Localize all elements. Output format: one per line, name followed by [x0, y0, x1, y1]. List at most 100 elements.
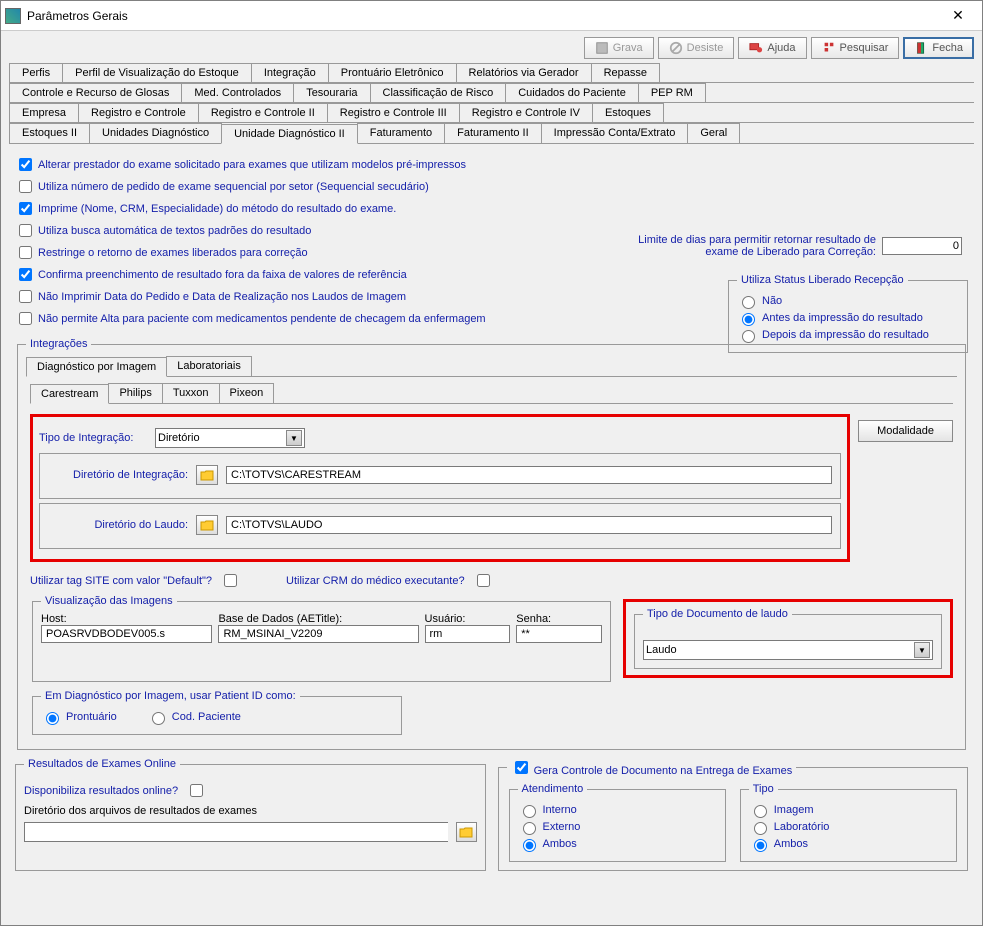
chk-disponibiliza[interactable]: [190, 784, 203, 797]
lbl-c5: Restringe o retorno de exames liberados …: [38, 247, 308, 259]
chk-confirma-preench[interactable]: [19, 268, 32, 281]
integracoes-legend: Integrações: [26, 338, 91, 350]
chk-pedido-sequencial[interactable]: [19, 180, 32, 193]
radio-ambos-tipo[interactable]: [754, 839, 767, 852]
resultados-legend: Resultados de Exames Online: [24, 758, 180, 770]
disp-label: Disponibiliza resultados online?: [24, 785, 178, 797]
lbl-c4: Utiliza busca automática de textos padrõ…: [38, 225, 311, 237]
tab-perfil-viz-estoque[interactable]: Perfil de Visualização do Estoque: [62, 63, 252, 82]
tipo-integ-select[interactable]: Diretório ▼: [155, 428, 305, 448]
patientid-legend: Em Diagnóstico por Imagem, usar Patient …: [41, 690, 300, 702]
tab-estoques2[interactable]: Estoques II: [9, 123, 90, 143]
close-button[interactable]: ✕: [938, 7, 978, 24]
chk-tag-site[interactable]: [224, 574, 237, 587]
chk-restringe-retorno[interactable]: [19, 246, 32, 259]
radio-nao[interactable]: [742, 296, 755, 309]
chk-busca-auto[interactable]: [19, 224, 32, 237]
tab-pep-rm[interactable]: PEP RM: [638, 83, 706, 102]
door-icon: [914, 41, 928, 55]
status-legend: Utiliza Status Liberado Recepção: [737, 274, 908, 286]
chk-nao-permite-alta[interactable]: [19, 312, 32, 325]
tab-carestream[interactable]: Carestream: [30, 384, 109, 404]
dir-result-browse[interactable]: [456, 822, 477, 842]
tipodoc-legend: Tipo de Documento de laudo: [643, 608, 792, 620]
tipo-integ-label: Tipo de Integração:: [39, 432, 147, 444]
user-label: Usuário:: [425, 613, 511, 625]
atend-legend: Atendimento: [518, 783, 588, 795]
chk-gera-controle[interactable]: [515, 761, 528, 774]
tab-estoques[interactable]: Estoques: [592, 103, 664, 122]
chevron-down-icon: ▼: [914, 642, 930, 658]
crm-label: Utilizar CRM do médico executante?: [286, 575, 465, 587]
base-label: Base de Dados (AETitle):: [218, 613, 418, 625]
tab-reg-controle4[interactable]: Registro e Controle IV: [459, 103, 593, 122]
viz-legend: Visualização das Imagens: [41, 595, 177, 607]
chk-nao-imprimir-data[interactable]: [19, 290, 32, 303]
tab-diag-imagem[interactable]: Diagnóstico por Imagem: [26, 357, 167, 377]
grava-button[interactable]: Grava: [584, 37, 654, 59]
radio-externo[interactable]: [523, 822, 536, 835]
tab-philips[interactable]: Philips: [108, 383, 162, 403]
tab-med-controlados[interactable]: Med. Controlados: [181, 83, 294, 102]
tab-repasse[interactable]: Repasse: [591, 63, 660, 82]
tag-site-label: Utilizar tag SITE com valor "Default"?: [30, 575, 212, 587]
desiste-button[interactable]: Desiste: [658, 37, 735, 59]
tab-reg-controle[interactable]: Registro e Controle: [78, 103, 199, 122]
tab-geral[interactable]: Geral: [687, 123, 740, 143]
search-icon: [822, 41, 836, 55]
tab-faturamento2[interactable]: Faturamento II: [444, 123, 542, 143]
tab-tesouraria[interactable]: Tesouraria: [293, 83, 370, 102]
chk-imprime-metodo[interactable]: [19, 202, 32, 215]
tab-cuidados[interactable]: Cuidados do Paciente: [505, 83, 639, 102]
dir-integ-input[interactable]: [226, 466, 832, 484]
modalidade-button[interactable]: Modalidade: [858, 420, 953, 442]
ajuda-button[interactable]: Ajuda: [738, 37, 806, 59]
lbl-c1: Alterar prestador do exame solicitado pa…: [38, 159, 466, 171]
lbl-c8: Não permite Alta para paciente com medic…: [38, 313, 486, 325]
help-icon: [749, 41, 763, 55]
radio-laboratorio[interactable]: [754, 822, 767, 835]
host-input[interactable]: [41, 625, 212, 643]
tab-unidades-diag[interactable]: Unidades Diagnóstico: [89, 123, 222, 143]
tab-integracao[interactable]: Integração: [251, 63, 329, 82]
tab-glosas[interactable]: Controle e Recurso de Glosas: [9, 83, 182, 102]
dir-integ-browse[interactable]: [196, 465, 218, 485]
cancel-icon: [669, 41, 683, 55]
base-input[interactable]: [218, 625, 418, 643]
radio-ambos-atend[interactable]: [523, 839, 536, 852]
tab-prontuario[interactable]: Prontuário Eletrônico: [328, 63, 457, 82]
tab-pixeon[interactable]: Pixeon: [219, 383, 275, 403]
radio-depois[interactable]: [742, 330, 755, 343]
dir-result-input[interactable]: [24, 822, 448, 842]
tab-perfis[interactable]: Perfis: [9, 63, 63, 82]
dir-laudo-browse[interactable]: [196, 515, 218, 535]
chk-alterar-prestador[interactable]: [19, 158, 32, 171]
tab-unidade-diag2[interactable]: Unidade Diagnóstico II: [221, 124, 358, 144]
radio-antes[interactable]: [742, 313, 755, 326]
pesquisar-button[interactable]: Pesquisar: [811, 37, 900, 59]
dir-laudo-input[interactable]: [226, 516, 832, 534]
limit-input[interactable]: [882, 237, 962, 255]
radio-interno[interactable]: [523, 805, 536, 818]
radio-imagem[interactable]: [754, 805, 767, 818]
tipodoc-select[interactable]: Laudo ▼: [643, 640, 933, 660]
tab-laboratoriais[interactable]: Laboratoriais: [166, 356, 252, 376]
tab-relatorios[interactable]: Relatórios via Gerador: [456, 63, 592, 82]
tab-tuxxon[interactable]: Tuxxon: [162, 383, 220, 403]
tab-reg-controle3[interactable]: Registro e Controle III: [327, 103, 460, 122]
radio-cod-paciente[interactable]: [152, 712, 165, 725]
fecha-button[interactable]: Fecha: [903, 37, 974, 59]
pass-input[interactable]: [516, 625, 602, 643]
radio-prontuario[interactable]: [46, 712, 59, 725]
tipo-legend: Tipo: [749, 783, 778, 795]
tab-empresa[interactable]: Empresa: [9, 103, 79, 122]
tab-classif-risco[interactable]: Classificação de Risco: [370, 83, 507, 102]
lbl-c3: Imprime (Nome, CRM, Especialidade) do mé…: [38, 203, 396, 215]
save-icon: [595, 41, 609, 55]
tab-impressao-conta[interactable]: Impressão Conta/Extrato: [541, 123, 689, 143]
chk-crm[interactable]: [477, 574, 490, 587]
user-input[interactable]: [425, 625, 511, 643]
tab-faturamento[interactable]: Faturamento: [357, 123, 445, 143]
limit-label: Limite de dias para permitir retornar re…: [616, 234, 876, 258]
tab-reg-controle2[interactable]: Registro e Controle II: [198, 103, 328, 122]
